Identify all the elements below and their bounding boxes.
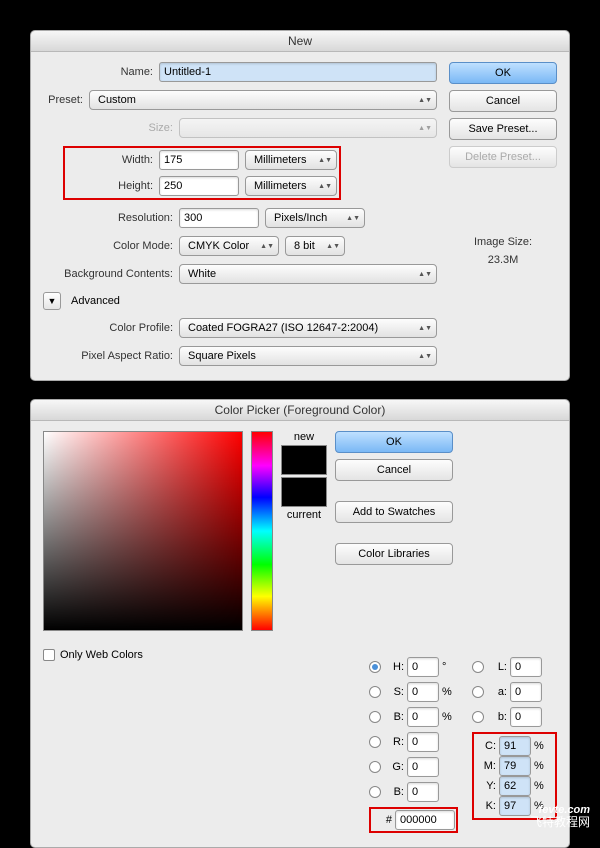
a-radio[interactable]	[472, 686, 484, 698]
size-label: Size:	[63, 122, 173, 134]
profile-select[interactable]: Coated FOGRA27 (ISO 12647-2:2004)▲▼	[179, 318, 437, 338]
dialog-title: New	[31, 31, 569, 52]
color-libraries-button[interactable]: Color Libraries	[335, 543, 453, 565]
bg-label: Background Contents:	[63, 268, 173, 280]
aspect-label: Pixel Aspect Ratio:	[63, 350, 173, 362]
chevron-updown-icon: ▲▼	[318, 184, 332, 189]
chevron-updown-icon: ▲▼	[418, 98, 432, 103]
b-radio[interactable]	[369, 711, 381, 723]
resolution-input[interactable]	[179, 208, 259, 228]
resolution-unit-select[interactable]: Pixels/Inch▲▼	[265, 208, 365, 228]
s-radio[interactable]	[369, 686, 381, 698]
profile-label: Color Profile:	[63, 322, 173, 334]
y-input[interactable]	[499, 776, 531, 796]
b2-radio[interactable]	[369, 786, 381, 798]
ok-button[interactable]: OK	[335, 431, 453, 453]
g-input[interactable]	[407, 757, 439, 777]
watermark: fevte.com 飞特教程网	[530, 805, 590, 828]
resolution-label: Resolution:	[63, 212, 173, 224]
r-radio[interactable]	[369, 736, 381, 748]
lab-b-input[interactable]	[510, 707, 542, 727]
image-size-info: Image Size: 23.3M	[449, 234, 557, 269]
hex-input[interactable]	[395, 810, 455, 830]
aspect-select[interactable]: Square Pixels▲▼	[179, 346, 437, 366]
c-input[interactable]	[499, 736, 531, 756]
current-label: current	[287, 509, 321, 521]
dialog-title: Color Picker (Foreground Color)	[31, 400, 569, 421]
g-radio[interactable]	[369, 761, 381, 773]
a-input[interactable]	[510, 682, 542, 702]
hue-slider[interactable]	[251, 431, 273, 631]
height-label: Height:	[67, 180, 153, 192]
name-label: Name:	[43, 66, 153, 78]
chevron-updown-icon: ▲▼	[418, 326, 432, 331]
bitdepth-select[interactable]: 8 bit▲▼	[285, 236, 345, 256]
add-to-swatches-button[interactable]: Add to Swatches	[335, 501, 453, 523]
width-input[interactable]	[159, 150, 239, 170]
only-web-colors-label: Only Web Colors	[60, 649, 143, 661]
width-unit-select[interactable]: Millimeters▲▼	[245, 150, 337, 170]
only-web-colors-checkbox[interactable]	[43, 649, 55, 661]
s-input[interactable]	[407, 682, 439, 702]
chevron-updown-icon: ▲▼	[346, 216, 360, 221]
name-input[interactable]	[159, 62, 437, 82]
colormode-label: Color Mode:	[63, 240, 173, 252]
advanced-label: Advanced	[71, 295, 120, 307]
r-input[interactable]	[407, 732, 439, 752]
height-input[interactable]	[159, 176, 239, 196]
h-input[interactable]	[407, 657, 439, 677]
chevron-updown-icon: ▲▼	[418, 354, 432, 359]
new-label: new	[294, 431, 314, 443]
k-input[interactable]	[499, 796, 531, 816]
cancel-button[interactable]: Cancel	[335, 459, 453, 481]
chevron-updown-icon: ▲▼	[418, 126, 432, 131]
preset-label: Preset:	[43, 94, 83, 106]
preset-select[interactable]: Custom▲▼	[89, 90, 437, 110]
size-select: ▲▼	[179, 118, 437, 138]
current-color-swatch	[281, 477, 327, 507]
m-input[interactable]	[499, 756, 531, 776]
chevron-updown-icon: ▲▼	[326, 244, 340, 249]
colormode-select[interactable]: CMYK Color▲▼	[179, 236, 279, 256]
advanced-disclosure[interactable]: ▼	[43, 292, 61, 310]
chevron-updown-icon: ▲▼	[318, 158, 332, 163]
chevron-updown-icon: ▲▼	[418, 272, 432, 277]
saturation-value-field[interactable]	[43, 431, 243, 631]
h-radio[interactable]	[369, 661, 381, 673]
delete-preset-button: Delete Preset...	[449, 146, 557, 168]
brightness-input[interactable]	[407, 707, 439, 727]
chevron-updown-icon: ▲▼	[260, 244, 274, 249]
new-document-dialog: New Name: Preset: Custom▲▼ Size: ▲▼ Widt…	[30, 30, 570, 381]
lab-b-radio[interactable]	[472, 711, 484, 723]
ok-button[interactable]: OK	[449, 62, 557, 84]
l-input[interactable]	[510, 657, 542, 677]
l-radio[interactable]	[472, 661, 484, 673]
height-unit-select[interactable]: Millimeters▲▼	[245, 176, 337, 196]
cancel-button[interactable]: Cancel	[449, 90, 557, 112]
new-color-swatch	[281, 445, 327, 475]
bg-select[interactable]: White▲▼	[179, 264, 437, 284]
color-picker-dialog: Color Picker (Foreground Color) new curr…	[30, 399, 570, 848]
save-preset-button[interactable]: Save Preset...	[449, 118, 557, 140]
blue-input[interactable]	[407, 782, 439, 802]
width-label: Width:	[67, 154, 153, 166]
